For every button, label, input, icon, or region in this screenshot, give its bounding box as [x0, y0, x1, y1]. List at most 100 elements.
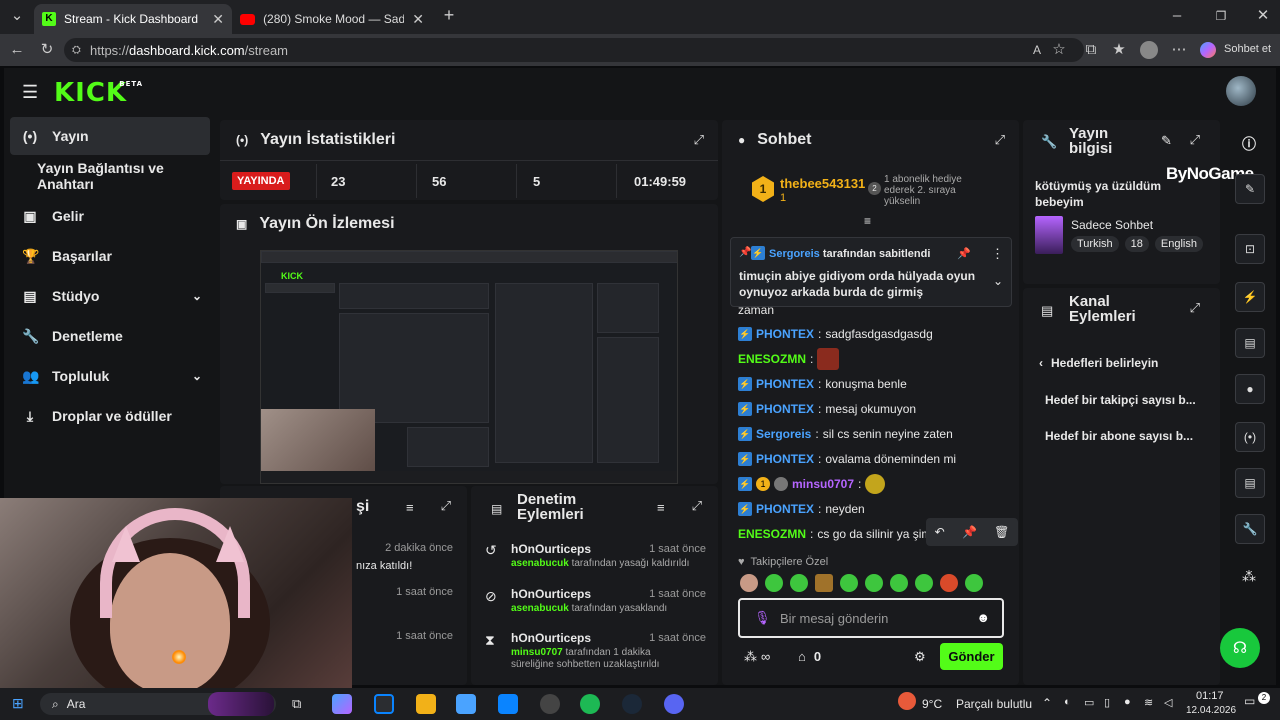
- chat-message-input[interactable]: 🎙 Bir mesaj gönderin ☻: [738, 598, 1004, 638]
- sidebar-item-basarilar[interactable]: 🏆 Başarılar: [10, 237, 210, 275]
- tab-list-icon[interactable]: ⌄: [8, 8, 26, 24]
- emote-icon[interactable]: [965, 574, 983, 592]
- weather-icon[interactable]: [898, 692, 916, 710]
- emote-icon[interactable]: [790, 574, 808, 592]
- chat-message[interactable]: ⚡ 1 minsu0707:: [738, 474, 886, 494]
- expand-icon[interactable]: ⤢: [995, 132, 1005, 148]
- expand-icon[interactable]: ⤢: [1190, 300, 1200, 316]
- unpin-icon[interactable]: 📌: [957, 247, 971, 260]
- restore-icon[interactable]: ❐: [1212, 8, 1230, 24]
- chat-message[interactable]: ENESOZMN:: [738, 348, 840, 370]
- edge-browser-icon[interactable]: [374, 694, 394, 714]
- rail-moderation-button[interactable]: 🔧: [1235, 514, 1265, 544]
- weather-temp[interactable]: 9°C: [922, 697, 942, 711]
- mod-actor[interactable]: minsu0707: [511, 647, 563, 658]
- emote-icon[interactable]: [740, 574, 758, 592]
- points-icon[interactable]: ⁂: [1242, 568, 1256, 585]
- chat-username[interactable]: PHONTEX: [756, 327, 814, 341]
- channel-points[interactable]: ⁂ ∞: [744, 649, 770, 665]
- discord-icon[interactable]: [664, 694, 684, 714]
- goals-back-button[interactable]: ‹ Hedefleri belirleyin: [1039, 356, 1158, 370]
- site-info-icon[interactable]: ⛭: [72, 44, 81, 57]
- new-tab-icon[interactable]: +: [440, 6, 458, 24]
- category-thumbnail[interactable]: [1035, 216, 1063, 254]
- tab-youtube[interactable]: (280) Smoke Mood — Sadece rah ✕: [232, 4, 432, 34]
- favorite-star-icon[interactable]: ☆: [1050, 42, 1068, 58]
- notification-icon[interactable]: ▭: [1244, 694, 1255, 708]
- chat-message[interactable]: ⚡ PHONTEX: mesaj okumuyon: [738, 402, 916, 416]
- info-icon[interactable]: ⓘ: [1242, 134, 1256, 154]
- tray-app-icon[interactable]: ◐: [1064, 696, 1071, 708]
- top-gifter-name[interactable]: thebee543131: [780, 176, 865, 191]
- kick-logo[interactable]: KICK BETA: [54, 78, 142, 108]
- spotify-icon[interactable]: [580, 694, 600, 714]
- stream-preview-video[interactable]: KICK: [260, 250, 678, 484]
- expand-icon[interactable]: ⤢: [1190, 132, 1200, 148]
- tray-app-icon[interactable]: ▯: [1104, 696, 1110, 709]
- mod-actor[interactable]: asenabucuk: [511, 603, 569, 614]
- emote-icon[interactable]: [840, 574, 858, 592]
- copilot-label[interactable]: Sohbet et: [1224, 43, 1271, 55]
- sidebar-item-gelir[interactable]: ▣ Gelir: [10, 197, 210, 235]
- outlook-icon[interactable]: [498, 694, 518, 714]
- emote-icon[interactable]: [915, 574, 933, 592]
- copilot-icon[interactable]: [1200, 42, 1216, 58]
- chat-username[interactable]: ENESOZMN: [738, 527, 806, 541]
- steam-icon[interactable]: [622, 694, 642, 714]
- filter-icon[interactable]: ≡: [406, 500, 414, 515]
- minimize-icon[interactable]: –: [1168, 8, 1186, 24]
- tag-chip[interactable]: 18: [1124, 236, 1149, 252]
- chat-message[interactable]: ⚡ PHONTEX: konuşma benle: [738, 377, 907, 391]
- chat-message[interactable]: ⚡ PHONTEX: neyden: [738, 502, 865, 516]
- sidebar-item-droplar[interactable]: ⤓ Droplar ve ödüller: [10, 397, 210, 435]
- close-window-icon[interactable]: ✕: [1254, 8, 1272, 24]
- reply-icon[interactable]: ↶: [935, 525, 945, 539]
- rail-broadcast-button[interactable]: (•): [1235, 422, 1265, 452]
- support-headset-button[interactable]: ☊: [1220, 628, 1260, 668]
- sidebar-item-studyo[interactable]: ▤ Stüdyo ⌄: [10, 277, 210, 315]
- emote-icon[interactable]: [815, 574, 833, 592]
- extensions-icon[interactable]: ⧉: [1082, 42, 1100, 58]
- rail-raid-button[interactable]: ⚡: [1235, 282, 1265, 312]
- clock-time[interactable]: 01:17: [1196, 690, 1224, 702]
- send-message-button[interactable]: Gönder: [940, 643, 1003, 670]
- obs-icon[interactable]: [540, 694, 560, 714]
- close-tab-icon[interactable]: ✕: [212, 11, 224, 28]
- emoji-icon[interactable]: ☻: [976, 610, 990, 625]
- chat-username[interactable]: Sergoreis: [756, 427, 811, 441]
- expand-icon[interactable]: ⤢: [441, 498, 451, 514]
- mod-actor[interactable]: asenabucuk: [511, 558, 569, 569]
- copilot-icon[interactable]: [332, 694, 352, 714]
- expand-icon[interactable]: ⤢: [694, 132, 704, 148]
- filter-icon[interactable]: ≡: [657, 500, 665, 515]
- chat-username[interactable]: PHONTEX: [756, 452, 814, 466]
- expand-icon[interactable]: ⤢: [692, 498, 702, 514]
- close-tab-icon[interactable]: ✕: [412, 11, 424, 28]
- user-avatar[interactable]: [1226, 76, 1256, 106]
- sidebar-item-stream-key[interactable]: Yayın Bağlantısı ve Anahtarı: [10, 157, 222, 195]
- favorites-icon[interactable]: ★: [1110, 42, 1128, 58]
- chat-message[interactable]: ENESOZMN: cs go da silinir ya şimdi: [738, 527, 941, 541]
- task-view-icon[interactable]: ⧉: [292, 696, 301, 712]
- tag-chip[interactable]: English: [1154, 236, 1203, 252]
- wifi-icon[interactable]: ≋: [1144, 696, 1153, 709]
- store-icon[interactable]: [456, 694, 476, 714]
- profile-avatar[interactable]: [1140, 41, 1158, 59]
- pin-icon[interactable]: 📌: [962, 525, 977, 539]
- windows-start-icon[interactable]: ⊞: [12, 695, 24, 712]
- url-field[interactable]: ⛭ https://dashboard.kick.com/stream: [64, 38, 1084, 62]
- category-name[interactable]: Sadece Sohbet: [1071, 218, 1153, 232]
- more-options-icon[interactable]: ⋯: [1170, 42, 1188, 58]
- chat-message[interactable]: ⚡ PHONTEX: sadgfasdgasdgasdg: [738, 327, 933, 341]
- chat-username[interactable]: PHONTEX: [756, 502, 814, 516]
- rail-notes-button[interactable]: ▤: [1235, 328, 1265, 358]
- emote-icon[interactable]: [890, 574, 908, 592]
- chat-settings-gear-icon[interactable]: ⚙: [914, 649, 926, 665]
- goal-option[interactable]: Hedef bir takipçi sayısı b...: [1045, 393, 1196, 407]
- reload-icon[interactable]: ↻: [38, 42, 56, 58]
- goal-option[interactable]: Hedef bir abone sayısı b...: [1045, 429, 1193, 443]
- volume-icon[interactable]: ◁: [1164, 696, 1172, 709]
- sidebar-item-denetleme[interactable]: 🔧 Denetleme: [10, 317, 210, 355]
- rail-chat-button[interactable]: ●: [1235, 374, 1265, 404]
- sidebar-item-yayin[interactable]: (•) Yayın: [10, 117, 210, 155]
